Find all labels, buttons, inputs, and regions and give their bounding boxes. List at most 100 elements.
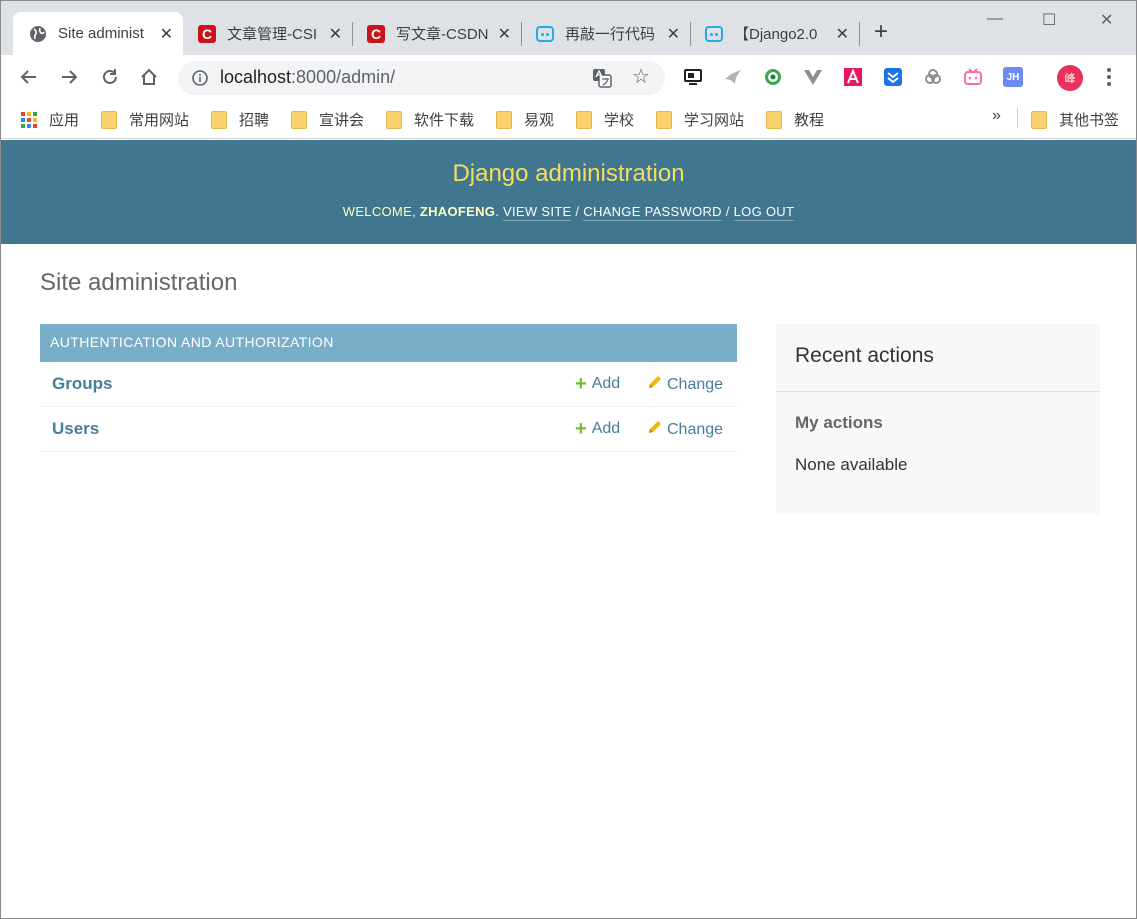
plus-icon: + bbox=[575, 373, 587, 395]
change-users-button[interactable]: Change bbox=[648, 420, 723, 439]
user-tools: WELCOME, ZHAOFENG. VIEW SITE / CHANGE PA… bbox=[342, 204, 795, 221]
reload-button[interactable] bbox=[96, 63, 124, 91]
arrow-right-icon bbox=[62, 70, 78, 84]
forward-button[interactable] bbox=[55, 63, 83, 91]
site-info-icon[interactable] bbox=[192, 70, 208, 91]
translate-icon[interactable] bbox=[592, 68, 612, 93]
tab-strip: Site administ ✕ C 文章管理-CSI ✕ C 写文章-CSDN … bbox=[1, 1, 1136, 55]
bookmark-folder[interactable]: 学习网站 bbox=[656, 109, 744, 130]
add-users-button[interactable]: + Add bbox=[575, 418, 620, 440]
tab-site-administration[interactable]: Site administ ✕ bbox=[13, 12, 183, 55]
bookmark-folder[interactable]: 招聘 bbox=[211, 109, 269, 130]
eye-extension-icon[interactable] bbox=[763, 67, 783, 87]
model-link-users[interactable]: Users bbox=[52, 419, 99, 439]
log-out-link[interactable]: LOG OUT bbox=[733, 204, 795, 221]
new-tab-button[interactable]: + bbox=[874, 20, 888, 44]
folder-icon bbox=[386, 110, 402, 129]
bird-extension-icon[interactable] bbox=[723, 67, 743, 87]
reload-icon bbox=[103, 69, 117, 84]
bookmark-folder[interactable]: 学校 bbox=[576, 109, 634, 130]
bookmark-folder[interactable]: 常用网站 bbox=[101, 109, 189, 130]
address-bar[interactable]: localhost:8000/admin/ ☆ bbox=[178, 61, 665, 95]
close-tab-icon[interactable]: ✕ bbox=[667, 24, 680, 44]
app-module-auth: AUTHENTICATION AND AUTHORIZATION Groups … bbox=[40, 324, 737, 452]
bookmark-folder[interactable]: 宣讲会 bbox=[291, 109, 364, 130]
back-button[interactable] bbox=[15, 63, 43, 91]
csdn-icon: C bbox=[198, 24, 216, 43]
folder-icon bbox=[576, 110, 592, 129]
change-groups-button[interactable]: Change bbox=[648, 375, 723, 394]
site-branding[interactable]: Django administration bbox=[1, 160, 1136, 188]
tab-bilibili-video[interactable]: 再敲一行代码 ✕ bbox=[520, 12, 690, 55]
tab-article-management[interactable]: C 文章管理-CSI ✕ bbox=[182, 12, 352, 55]
minimize-icon[interactable]: — bbox=[987, 10, 1003, 28]
jh-extension-icon[interactable]: JH bbox=[1003, 67, 1023, 87]
home-icon bbox=[141, 68, 157, 85]
vue-devtools-icon[interactable] bbox=[803, 67, 823, 87]
close-tab-icon[interactable]: ✕ bbox=[498, 24, 511, 44]
close-tab-icon[interactable]: ✕ bbox=[836, 24, 849, 44]
bookmarks-overflow-chevron-icon[interactable]: » bbox=[992, 107, 1001, 125]
bilibili-extension-icon[interactable] bbox=[963, 67, 983, 87]
bookmark-star-icon[interactable]: ☆ bbox=[632, 64, 650, 89]
bilibili-icon bbox=[705, 25, 723, 43]
folder-icon bbox=[101, 110, 117, 129]
add-groups-button[interactable]: + Add bbox=[575, 373, 620, 395]
window-close-icon[interactable]: ✕ bbox=[1100, 10, 1113, 30]
link-extension-icon[interactable] bbox=[923, 67, 943, 87]
tab-separator bbox=[859, 22, 860, 46]
bookmark-apps[interactable]: 应用 bbox=[21, 109, 79, 130]
browser-window: Site administ ✕ C 文章管理-CSI ✕ C 写文章-CSDN … bbox=[0, 0, 1137, 919]
tab-title: 写文章-CSDN bbox=[396, 26, 488, 43]
home-button[interactable] bbox=[135, 63, 163, 91]
globe-icon bbox=[29, 25, 47, 43]
change-password-link[interactable]: CHANGE PASSWORD bbox=[583, 204, 722, 221]
tab-title: 【Django2.0 bbox=[734, 26, 818, 43]
bookmark-folder[interactable]: 易观 bbox=[496, 109, 554, 130]
bookmarks-bar: 应用 常用网站 招聘 宣讲会 软件下载 易观 学校 学习网站 教程 其他书签 bbox=[1, 99, 1136, 139]
bookmark-folder[interactable]: 软件下载 bbox=[386, 109, 474, 130]
page-title: Site administration bbox=[40, 269, 238, 296]
bookmark-folder[interactable]: 教程 bbox=[766, 109, 824, 130]
folder-icon bbox=[291, 110, 307, 129]
bookmarks-separator bbox=[1017, 108, 1018, 128]
tab-title: 文章管理-CSI bbox=[227, 26, 318, 43]
close-tab-icon[interactable]: ✕ bbox=[160, 24, 173, 44]
folder-icon bbox=[1031, 110, 1047, 129]
empty-state-text: None available bbox=[795, 455, 908, 474]
folder-icon bbox=[496, 110, 512, 129]
table-row: Groups + Add Change bbox=[40, 362, 737, 407]
csdn-icon: C bbox=[367, 24, 385, 43]
view-site-link[interactable]: VIEW SITE bbox=[503, 204, 572, 221]
folder-icon bbox=[766, 110, 782, 129]
bilibili-icon bbox=[536, 25, 554, 43]
tab-django-tutorial[interactable]: 【Django2.0 ✕ bbox=[689, 12, 859, 55]
screen-capture-icon[interactable] bbox=[683, 67, 703, 87]
folder-icon bbox=[656, 110, 672, 129]
arrow-left-icon bbox=[20, 70, 36, 84]
module-caption[interactable]: AUTHENTICATION AND AUTHORIZATION bbox=[40, 324, 737, 362]
tab-write-article[interactable]: C 写文章-CSDN ✕ bbox=[351, 12, 521, 55]
table-row: Users + Add Change bbox=[40, 407, 737, 452]
username: ZHAOFENG bbox=[419, 204, 496, 219]
recent-actions-title: Recent actions bbox=[795, 344, 934, 367]
url-text[interactable]: localhost:8000/admin/ bbox=[220, 67, 395, 88]
my-actions-heading: My actions bbox=[795, 413, 883, 432]
pencil-icon bbox=[648, 375, 662, 394]
maximize-icon[interactable]: ☐ bbox=[1042, 10, 1056, 30]
plus-icon: + bbox=[575, 418, 587, 440]
apps-grid-icon bbox=[21, 111, 37, 128]
recent-actions-panel: Recent actions My actions None available bbox=[776, 324, 1100, 514]
close-tab-icon[interactable]: ✕ bbox=[329, 24, 342, 44]
angular-icon[interactable] bbox=[843, 67, 863, 87]
menu-icon[interactable] bbox=[1102, 65, 1116, 89]
pencil-icon bbox=[648, 420, 662, 439]
bookmark-other[interactable]: 其他书签 bbox=[1031, 109, 1119, 130]
download-extension-icon[interactable] bbox=[883, 67, 903, 87]
folder-icon bbox=[211, 110, 227, 129]
model-link-groups[interactable]: Groups bbox=[52, 374, 112, 394]
admin-header: Django administration WELCOME, ZHAOFENG.… bbox=[1, 140, 1136, 244]
profile-avatar[interactable]: 峰 bbox=[1057, 65, 1083, 91]
browser-toolbar: localhost:8000/admin/ ☆ JH bbox=[1, 55, 1136, 99]
divider bbox=[776, 391, 1100, 392]
